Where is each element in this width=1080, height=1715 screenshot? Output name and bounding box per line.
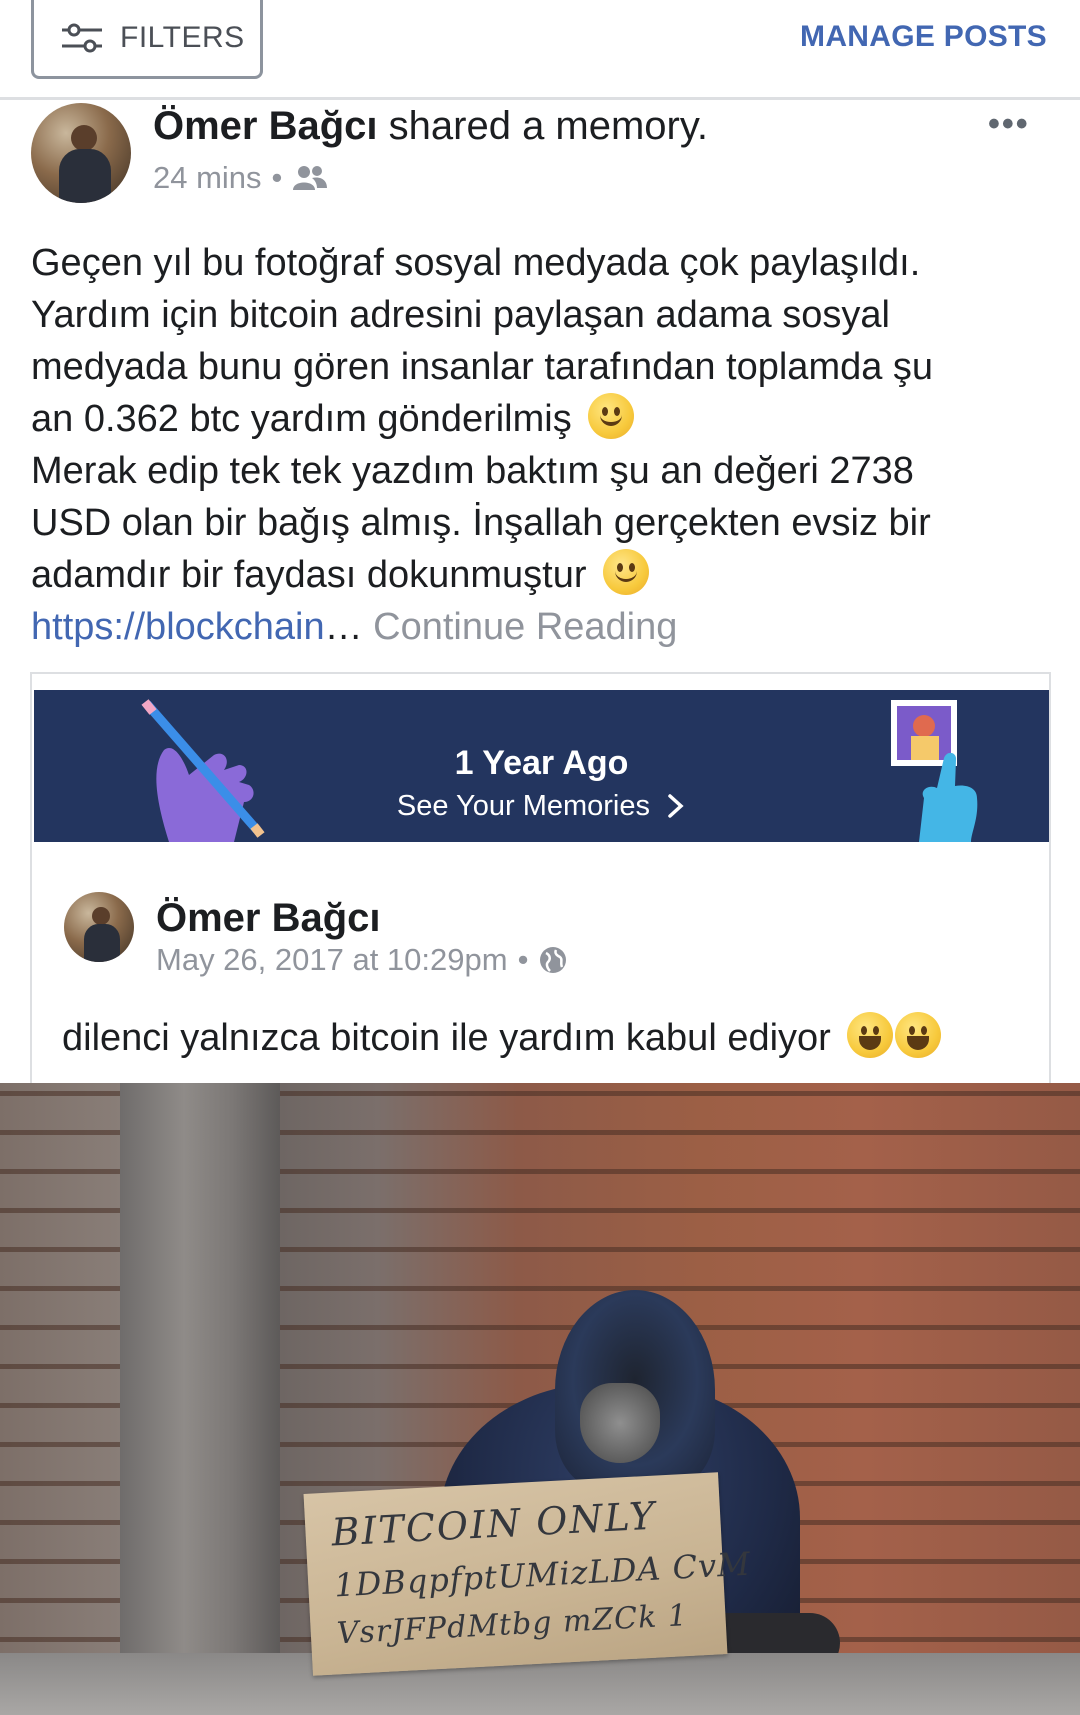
cardboard-sign: BITCOIN ONLY 1DBqpfptUMizLDA CvM VsrJFPd… [303, 1472, 752, 1676]
post-action-text: shared a memory. [377, 104, 709, 148]
post-text-line: Geçen yıl bu fotoğraf sosyal medyada çok… [31, 242, 921, 284]
filters-label: FILTERS [120, 21, 245, 54]
post-text-line-with-emoji: an 0.362 btc yardım gönderilmiş [31, 393, 1051, 445]
shared-post-author[interactable]: Ömer Bağcı [156, 896, 381, 941]
shared-post-date[interactable]: May 26, 2017 at 10:29pm [156, 942, 508, 978]
manage-posts-link[interactable]: MANAGE POSTS [800, 20, 1047, 54]
sign-line: 1DBqpfptUMizLDA CvM [333, 1544, 752, 1605]
more-options-icon[interactable]: ••• [988, 105, 1030, 144]
post-text-line: adamdır bir faydası dokunmuştur [31, 554, 587, 596]
post-text-line: medyada bunu gören insanlar tarafından t… [31, 346, 934, 388]
post-time[interactable]: 24 mins [153, 160, 262, 196]
photo-man-beard [580, 1383, 660, 1463]
smile-emoji-icon [588, 393, 635, 439]
shared-post-text: dilenci yalnızca bitcoin ile yardım kabu… [62, 1012, 942, 1060]
photo-concrete-pillar [120, 1083, 280, 1715]
shared-post-meta: May 26, 2017 at 10:29pm • [156, 942, 568, 978]
filters-icon [62, 23, 102, 53]
globe-icon [540, 947, 567, 973]
sign-line: VsrJFPdMtbg mZCk 1 [335, 1598, 689, 1652]
author-avatar[interactable] [31, 103, 131, 203]
post-author-line: Ömer Bağcı shared a memory. [153, 104, 708, 149]
memories-banner[interactable]: 1 Year Ago See Your Memories [34, 690, 1049, 842]
friends-icon [293, 166, 328, 190]
post-text-line: USD olan bir bağış almış. İnşallah gerçe… [31, 502, 931, 544]
link-ellipsis: … [324, 606, 363, 648]
meta-separator: • [517, 942, 529, 977]
feed-toolbar: FILTERS MANAGE POSTS [0, 0, 1080, 100]
blush-emoji-icon [603, 549, 650, 595]
shared-post-avatar[interactable] [64, 892, 134, 962]
grinning-emoji-icon [895, 1012, 942, 1058]
post-text-line-with-emoji: adamdır bir faydası dokunmuştur [31, 549, 1051, 601]
meta-separator: • [271, 160, 283, 195]
post-link[interactable]: https://blockchain [31, 606, 325, 648]
sign-line: BITCOIN ONLY [330, 1493, 658, 1555]
see-memories-label: See Your Memories [396, 790, 651, 822]
post-link-line: https://blockchain… Continue Reading [31, 601, 1051, 653]
post-author-name[interactable]: Ömer Bağcı [153, 104, 378, 148]
shared-post-text-content: dilenci yalnızca bitcoin ile yardım kabu… [62, 1017, 831, 1059]
hand-photo-illustration [891, 700, 978, 842]
chevron-right-icon [668, 794, 684, 818]
post-text-line: an 0.362 btc yardım gönderilmiş [31, 398, 572, 440]
shared-memory-card[interactable]: 1 Year Ago See Your Memories Ömer Bağcı … [30, 672, 1051, 1084]
post-text-line: Merak edip tek tek yazdım baktım şu an d… [31, 450, 914, 492]
post-meta: 24 mins • [153, 160, 328, 196]
filters-button[interactable]: FILTERS [31, 0, 263, 79]
post-text-line: Yardım için bitcoin adresini paylaşan ad… [31, 294, 890, 336]
grinning-emoji-icon [847, 1012, 894, 1058]
continue-reading-link[interactable]: Continue Reading [363, 606, 677, 648]
post-body: Geçen yıl bu fotoğraf sosyal medyada çok… [31, 237, 1051, 653]
